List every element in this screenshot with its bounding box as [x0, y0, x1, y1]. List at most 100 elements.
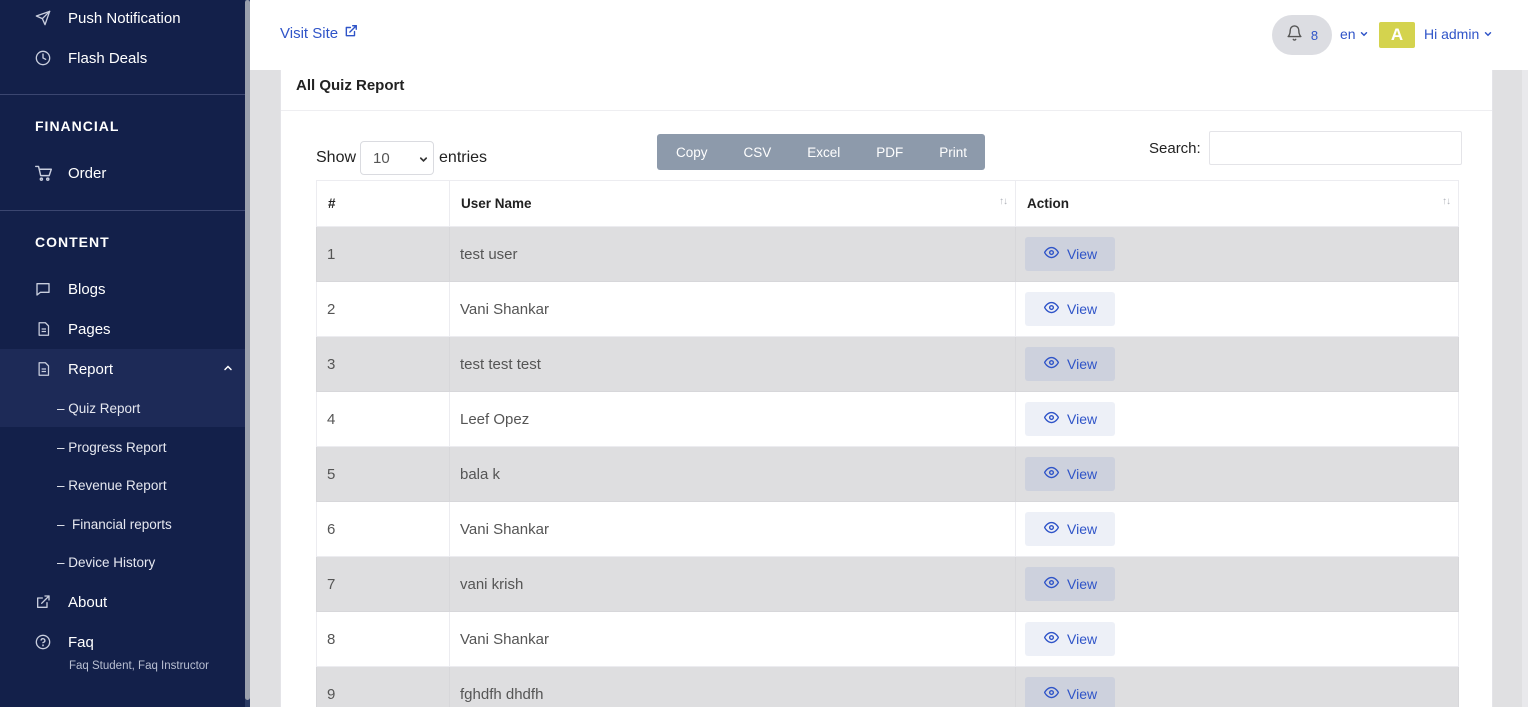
sidebar-item-label: Report	[68, 360, 114, 378]
row-action: View	[1015, 336, 1459, 392]
table-row: 4 Leef Opez View	[316, 391, 1459, 447]
eye-icon	[1043, 575, 1060, 593]
sidebar-item-report[interactable]: Report	[0, 349, 245, 389]
row-user-name: test test test	[449, 336, 1016, 392]
table-row: 7 vani krish View	[316, 556, 1459, 612]
row-user-name: vani krish	[449, 556, 1016, 612]
view-button[interactable]: View	[1025, 567, 1115, 601]
table-row: 6 Vani Shankar View	[316, 501, 1459, 557]
row-number: 1	[316, 226, 450, 282]
visit-site-link[interactable]: Visit Site	[280, 24, 358, 42]
clock-icon	[34, 49, 52, 67]
header-label: User Name	[461, 196, 532, 211]
sidebar-subitem-revenue-report[interactable]: – Revenue Report	[0, 466, 245, 504]
view-button[interactable]: View	[1025, 402, 1115, 436]
user-menu-dropdown[interactable]: Hi admin	[1424, 26, 1493, 42]
sidebar-item-pages[interactable]: Pages	[0, 309, 245, 349]
excel-button[interactable]: Excel	[789, 134, 858, 170]
row-user-name: Vani Shankar	[449, 611, 1016, 667]
eye-icon	[1043, 300, 1060, 318]
view-button[interactable]: View	[1025, 457, 1115, 491]
row-user-name: Vani Shankar	[449, 281, 1016, 337]
sidebar-divider	[0, 210, 245, 211]
quiz-report-card: All Quiz Report Show 10 entries Copy CSV…	[280, 70, 1493, 707]
row-user-name: bala k	[449, 446, 1016, 502]
language-dropdown[interactable]: en	[1340, 26, 1369, 42]
notifications-button[interactable]: 8	[1272, 15, 1332, 55]
sidebar-subitem-label: – Device History	[57, 554, 156, 570]
eye-icon	[1043, 685, 1060, 703]
sidebar-item-flash-deals[interactable]: Flash Deals	[0, 38, 245, 78]
external-link-icon	[344, 24, 358, 42]
row-number: 7	[316, 556, 450, 612]
show-label: Show	[316, 149, 357, 166]
row-number: 3	[316, 336, 450, 392]
avatar[interactable]: A	[1379, 22, 1415, 48]
sidebar-subitem-progress-report[interactable]: – Progress Report	[0, 428, 245, 466]
column-header-action[interactable]: Action ↑↓	[1015, 180, 1459, 227]
csv-button[interactable]: CSV	[726, 134, 790, 170]
view-label: View	[1067, 631, 1098, 647]
sidebar-item-order[interactable]: Order	[0, 153, 245, 193]
sidebar-item-push-notification[interactable]: Push Notification	[0, 0, 245, 38]
visit-site-label: Visit Site	[280, 24, 339, 42]
section-title-content: CONTENT	[35, 234, 110, 250]
row-user-name: test user	[449, 226, 1016, 282]
pdf-button[interactable]: PDF	[858, 134, 921, 170]
column-header-number[interactable]: #	[316, 180, 450, 227]
document-icon	[34, 360, 52, 378]
entries-select[interactable]: 10	[360, 141, 435, 175]
sidebar-item-blogs[interactable]: Blogs	[0, 269, 245, 309]
row-user-name: fghdfh dhdfh	[449, 666, 1016, 707]
row-action: View	[1015, 501, 1459, 557]
send-icon	[34, 9, 52, 27]
row-action: View	[1015, 666, 1459, 707]
notification-count: 8	[1310, 27, 1319, 43]
bell-icon	[1286, 24, 1303, 47]
table-row: 1 test user View	[316, 226, 1459, 282]
view-label: View	[1067, 356, 1098, 372]
eye-icon	[1043, 520, 1060, 538]
view-button[interactable]: View	[1025, 512, 1115, 546]
column-header-user-name[interactable]: User Name ↑↓	[449, 180, 1016, 227]
print-button[interactable]: Print	[921, 134, 985, 170]
chevron-down-icon	[1359, 26, 1369, 42]
search-input[interactable]	[1208, 131, 1462, 165]
quiz-report-table: # User Name ↑↓ Action ↑↓ 1 test user View 2 Va…	[316, 180, 1459, 707]
row-number: 8	[316, 611, 450, 667]
row-number: 9	[316, 666, 450, 707]
copy-button[interactable]: Copy	[657, 134, 726, 170]
sidebar-item-label: Flash Deals	[68, 49, 148, 67]
view-label: View	[1067, 466, 1098, 482]
header-label: #	[328, 196, 336, 211]
eye-icon	[1043, 355, 1060, 373]
table-row: 9 fghdfh dhdfh View	[316, 666, 1459, 707]
view-button[interactable]: View	[1025, 347, 1115, 381]
table-row: 2 Vani Shankar View	[316, 281, 1459, 337]
table-row: 3 test test test View	[316, 336, 1459, 392]
view-button[interactable]: View	[1025, 677, 1115, 707]
table-row: 5 bala k View	[316, 446, 1459, 502]
sidebar-item-label: About	[68, 593, 108, 611]
sidebar-subitem-quiz-report[interactable]: – Quiz Report	[0, 389, 245, 427]
content-gutter	[250, 70, 280, 707]
view-button[interactable]: View	[1025, 622, 1115, 656]
export-button-group: Copy CSV Excel PDF Print	[657, 134, 986, 170]
eye-icon	[1043, 245, 1060, 263]
view-button[interactable]: View	[1025, 237, 1115, 271]
language-label: en	[1340, 26, 1356, 42]
row-action: View	[1015, 226, 1459, 282]
chevron-down-icon	[1483, 26, 1493, 42]
sidebar-subitem-financial-reports[interactable]: – Financial reports	[0, 505, 245, 543]
sidebar-item-about[interactable]: About	[0, 582, 245, 622]
view-button[interactable]: View	[1025, 292, 1115, 326]
view-label: View	[1067, 686, 1098, 702]
content-gutter	[1493, 70, 1522, 707]
chevron-up-icon	[222, 361, 234, 378]
top-bar: Visit Site 8 en A Hi admin	[250, 0, 1528, 70]
entries-length-control: Show 10 entries	[316, 141, 487, 175]
table-search: Search:	[1149, 131, 1462, 165]
sidebar-item-faq[interactable]: Faq	[0, 622, 245, 662]
row-number: 6	[316, 501, 450, 557]
sidebar-subitem-device-history[interactable]: – Device History	[0, 543, 245, 581]
